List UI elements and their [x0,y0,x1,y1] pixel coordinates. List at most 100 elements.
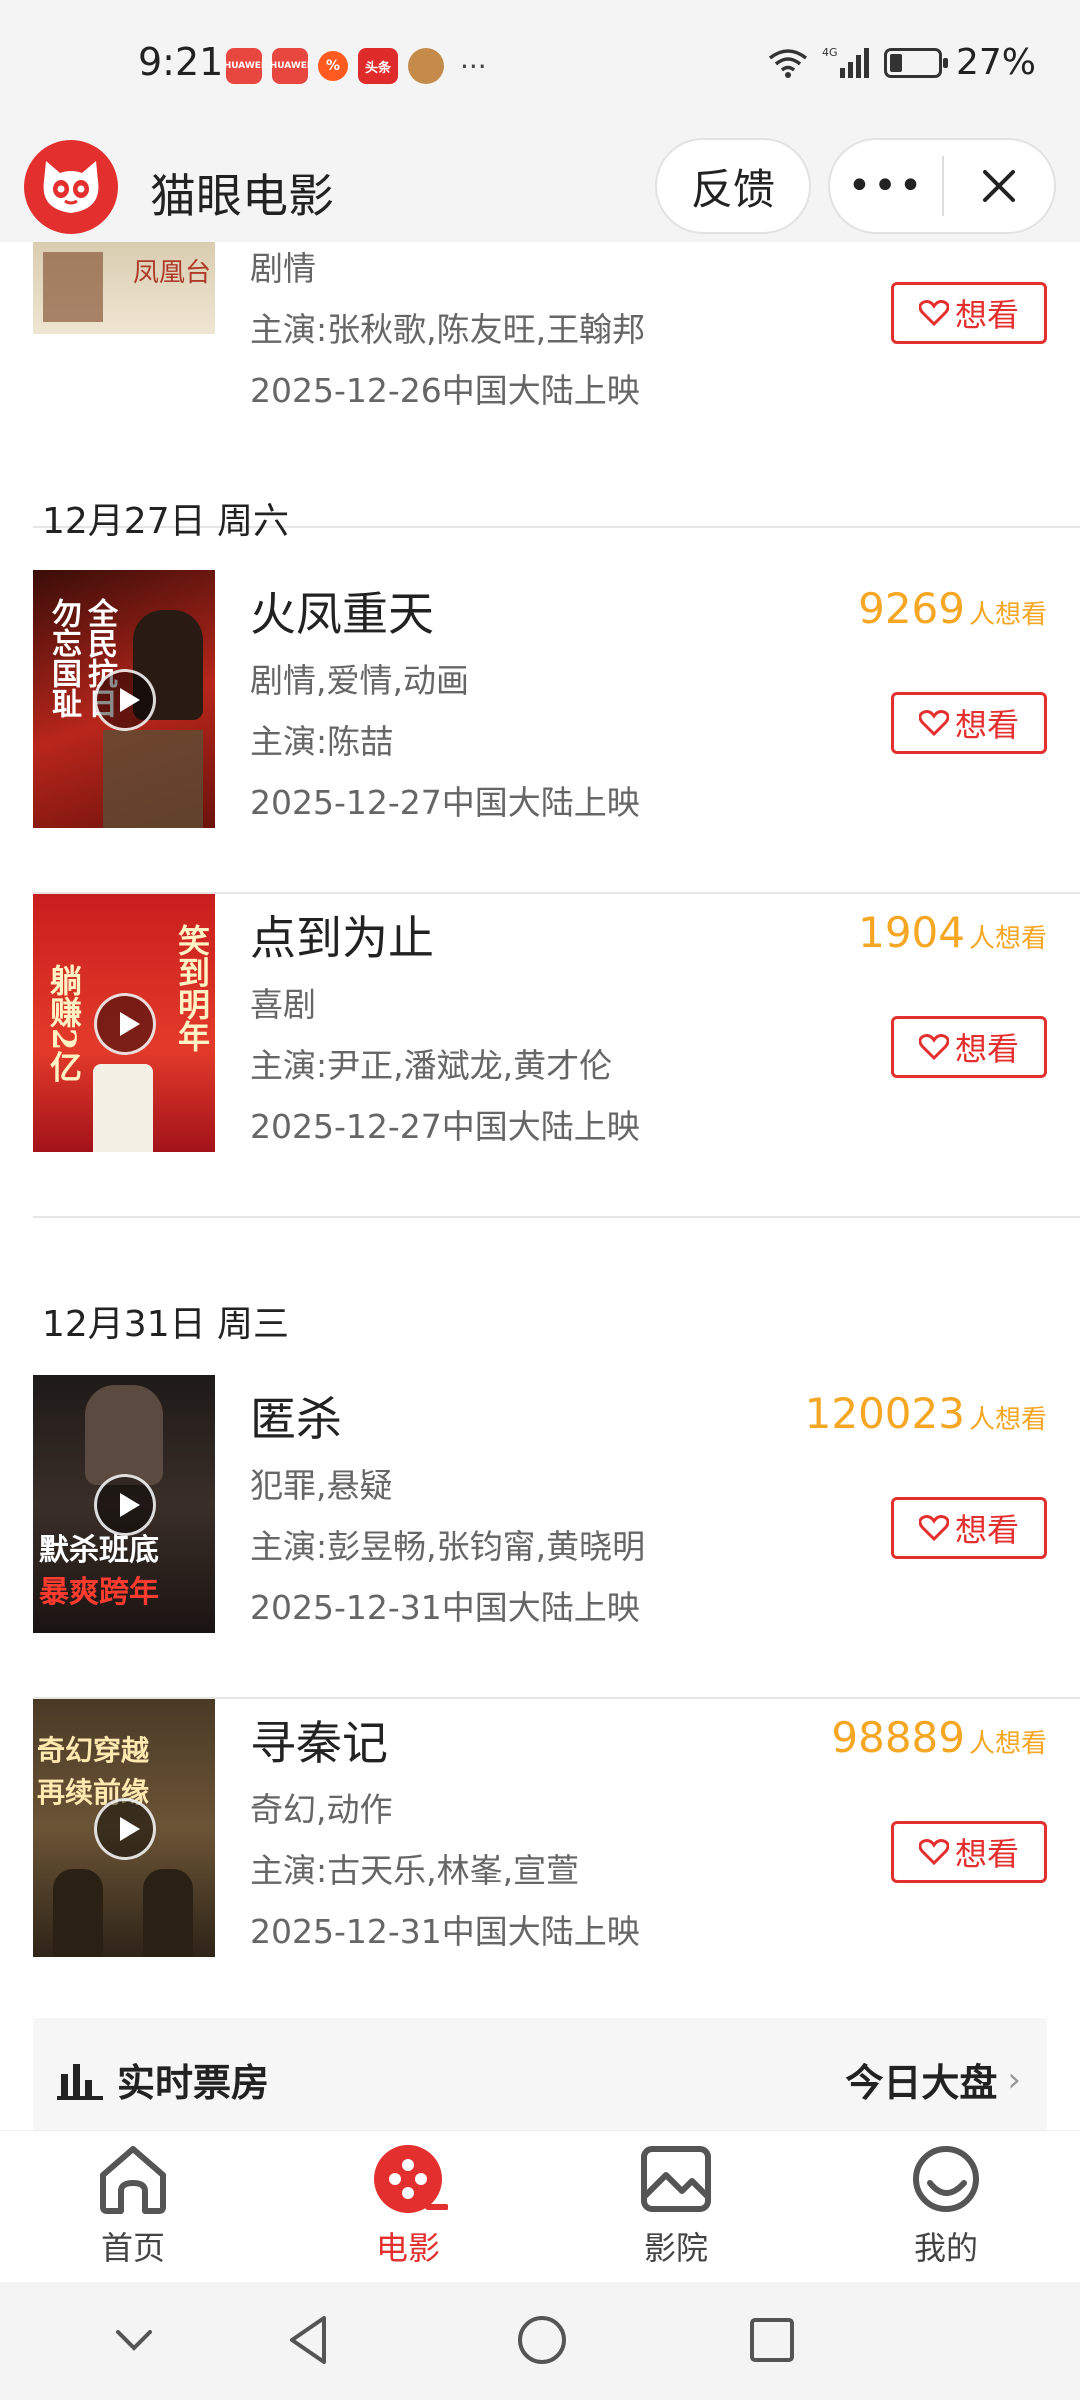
heart-icon [918,1515,949,1541]
feedback-button[interactable]: 反馈 [655,138,811,234]
movie-genre: 剧情,爱情,动画 [250,661,469,700]
status-time: 9:21 [138,40,224,84]
movie-item[interactable]: 奇幻穿越 再续前缘 寻秦记 奇幻,动作 主演:古天乐,林峯,宣萱 2025-12… [0,1699,1080,2007]
movie-poster[interactable]: 默杀班底 暴爽跨年 [33,1375,215,1633]
profile-ring-icon [913,2146,979,2212]
avatar-app-icon [408,48,444,84]
movie-cast: 主演:尹正,潘斌龙,黄才伦 [250,1046,613,1085]
want-count: 9269 人想看 [858,584,1047,633]
app-header: 猫眼电影 反馈 ••• [0,132,1080,242]
close-button[interactable] [944,140,1054,232]
want-count: 120023 人想看 [805,1389,1047,1438]
want-count-suffix: 人想看 [968,600,1047,630]
want-count: 98889 人想看 [831,1713,1047,1762]
wifi-icon [768,48,808,78]
want-count-number: 98889 [831,1713,965,1762]
home-icon [100,2146,166,2214]
want-count-number: 9269 [858,584,965,633]
huawei-app-icon: HUAWEI [270,48,310,84]
movie-genre: 犯罪,悬疑 [250,1466,393,1505]
poster-text: 躺赚2亿 [45,964,83,1083]
picture-icon [641,2146,711,2212]
movie-title: 匿杀 [250,1392,342,1446]
realtime-boxoffice-label: 实时票房 [117,2061,270,2105]
tab-cinema[interactable]: 影院 [596,2141,756,2269]
status-bar: 9:21 HUAWEI HUAWEI % 头条 ··· 4G 27% [0,0,1080,132]
movie-release: 2025-12-26中国大陆上映 [250,371,640,410]
movie-poster[interactable]: 凤凰台 [33,242,215,334]
poster-text: 笑到明年 [173,924,211,1052]
tab-mine[interactable]: 我的 [866,2141,1026,2269]
bar-chart-icon [57,2063,103,2100]
heart-icon [918,300,949,326]
bottom-nav: 首页 电影 影院 我的 [0,2130,1080,2282]
signal-icon: 4G [822,46,869,78]
movie-genre: 喜剧 [250,985,316,1024]
want-button[interactable]: 想看 [891,1016,1047,1078]
realtime-boxoffice-bar[interactable]: 实时票房 今日大盘 › [33,2018,1047,2130]
want-label: 想看 [954,296,1019,334]
movie-item-partial[interactable]: 凤凰台 剧情 主演:张秋歌,陈友旺,王翰邦 2025-12-26中国大陆上映 想… [0,242,1080,528]
tab-home[interactable]: 首页 [53,2141,213,2269]
want-label: 想看 [954,1030,1019,1068]
realtime-boxoffice[interactable]: 实时票房 [57,2052,269,2107]
movie-item[interactable]: 躺赚2亿 笑到明年 点到为止 喜剧 主演:尹正,潘斌龙,黄才伦 2025-12-… [0,894,1080,1298]
poster-text: 暴爽跨年 [39,1575,159,1610]
movie-title: 点到为止 [250,911,434,965]
play-trailer-icon[interactable] [94,1798,156,1860]
system-nav-bar [0,2282,1080,2400]
battery-level [889,53,903,72]
want-button[interactable]: 想看 [891,692,1047,754]
movie-release: 2025-12-31中国大陆上映 [250,1912,640,1951]
movie-poster[interactable]: 躺赚2亿 笑到明年 [33,894,215,1152]
more-notifications-icon: ··· [460,49,487,83]
percent-app-icon: % [318,51,348,81]
back-icon[interactable] [284,2312,334,2368]
tab-cinema-label: 影院 [643,2229,708,2267]
battery-percent: 27% [955,42,1036,83]
movie-title: 寻秦记 [250,1716,388,1770]
play-trailer-icon[interactable] [94,669,156,731]
tab-movies[interactable]: 电影 [328,2141,488,2269]
maoyan-logo-icon [24,140,118,234]
want-button[interactable]: 想看 [891,1821,1047,1883]
date-header: 12月27日 周六 [42,501,290,542]
movie-cast: 主演:张秋歌,陈友旺,王翰邦 [250,310,646,349]
poster-text: 默杀班底 [39,1533,159,1568]
recents-square-icon[interactable] [746,2314,798,2366]
want-count-suffix: 人想看 [968,1729,1047,1759]
want-button[interactable]: 想看 [891,1497,1047,1559]
more-menu-button[interactable]: ••• [830,140,942,232]
movie-list: 凤凰台 剧情 主演:张秋歌,陈友旺,王翰邦 2025-12-26中国大陆上映 想… [0,242,1080,2007]
home-circle-icon[interactable] [514,2312,570,2368]
movie-poster[interactable]: 奇幻穿越 再续前缘 [33,1699,215,1957]
tab-mine-label: 我的 [913,2229,978,2267]
heart-icon [918,1034,949,1060]
row-divider [33,1216,1080,1218]
notification-icons: HUAWEI HUAWEI % 头条 ··· [224,48,487,84]
status-right: 4G 27% [768,42,1036,83]
movie-cast: 主演:彭昱畅,张钧甯,黄晓明 [250,1527,646,1566]
movie-poster[interactable]: 勿忘国耻 全民抗日 [33,570,215,828]
movie-release: 2025-12-27中国大陆上映 [250,783,640,822]
poster-text: 奇幻穿越 [37,1734,150,1767]
want-label: 想看 [954,1835,1019,1873]
close-icon [982,170,1015,202]
chevron-down-icon[interactable] [112,2320,156,2360]
want-count-number: 1904 [858,908,965,957]
movie-title: 火凤重天 [250,587,434,641]
battery-icon [883,47,948,78]
heart-icon [918,710,949,736]
want-button[interactable]: 想看 [891,282,1047,344]
today-market-link[interactable]: 今日大盘 › [845,2052,1021,2107]
play-trailer-icon[interactable] [94,1474,156,1536]
movie-genre: 剧情 [250,249,316,288]
tab-home-label: 首页 [100,2229,165,2267]
want-count-number: 120023 [804,1389,965,1438]
movie-cast: 主演:古天乐,林峯,宣萱 [250,1851,580,1890]
toutiao-app-icon: 头条 [358,48,398,84]
want-label: 想看 [954,1511,1019,1549]
play-trailer-icon[interactable] [94,993,156,1055]
chevron-right-icon: › [1007,2059,1021,2100]
want-count: 1904 人想看 [858,908,1047,957]
